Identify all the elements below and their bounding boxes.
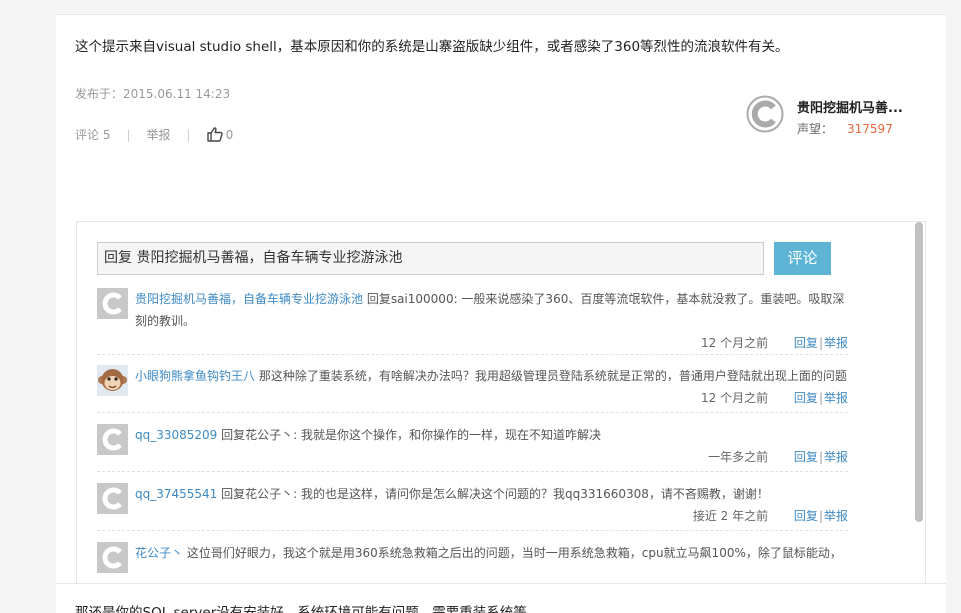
- separator: |: [186, 127, 191, 142]
- comment-username[interactable]: 小眼狗熊拿鱼钩钓王八: [135, 369, 255, 383]
- comment-username[interactable]: qq_37455541: [135, 487, 217, 501]
- comment-report-link[interactable]: 举报: [824, 509, 848, 523]
- comment-text: 回复花公子丶: 我就是你这个操作，和你操作的一样，现在不知道咋解决: [217, 428, 601, 442]
- comment-reply-link[interactable]: 回复: [794, 509, 818, 523]
- comment-time: 12 个月之前: [701, 391, 769, 405]
- comment-item: 花公子丶 这位哥们好眼力，我这个就是用360系统急救箱之后出的问题，当时一用系统…: [97, 542, 848, 573]
- comments-panel: 回复 贵阳挖掘机马善福，自备车辆专业挖游泳池 评论 贵阳挖掘机马善福，自备车辆专…: [76, 221, 926, 583]
- separator: |: [818, 391, 823, 405]
- comment-divider: [97, 354, 848, 355]
- reply-form: 回复 贵阳挖掘机马善福，自备车辆专业挖游泳池 评论: [97, 242, 831, 275]
- comment-item: qq_37455541 回复花公子丶: 我的也是这样，请问你是怎么解决这个问题的…: [97, 483, 848, 524]
- comment-report-link[interactable]: 举报: [824, 450, 848, 464]
- comment-time: 一年多之前: [708, 450, 769, 464]
- comment-divider: [97, 530, 848, 531]
- separator: |: [126, 127, 131, 142]
- author-avatar[interactable]: [746, 95, 784, 133]
- answer-actions: 评论 5 | 举报 | 0: [75, 126, 233, 143]
- c-logo-avatar[interactable]: [97, 288, 128, 319]
- comment-report-link[interactable]: 举报: [824, 391, 848, 405]
- report-link[interactable]: 举报: [147, 126, 171, 143]
- comment-username[interactable]: qq_33085209: [135, 428, 217, 442]
- comment-username[interactable]: 花公子丶: [135, 546, 183, 560]
- comment-time: 接近 2 年之前: [692, 509, 769, 523]
- reply-input[interactable]: 回复 贵阳挖掘机马善福，自备车辆专业挖游泳池: [97, 242, 764, 275]
- comment-username[interactable]: 贵阳挖掘机马善福，自备车辆专业挖游泳池: [135, 292, 363, 306]
- author-reputation: 声望： 317597: [797, 120, 893, 137]
- c-logo-avatar[interactable]: [97, 542, 128, 573]
- c-logo-avatar[interactable]: [97, 424, 128, 455]
- comment-text: 回复花公子丶: 我的也是这样，请问你是怎么解决这个问题的？我qq33166030…: [217, 487, 769, 501]
- comment-item: qq_33085209 回复花公子丶: 我就是你这个操作，和你操作的一样，现在不…: [97, 424, 848, 465]
- separator: |: [818, 336, 823, 350]
- comment-report-link[interactable]: 举报: [824, 336, 848, 350]
- reputation-value: 317597: [847, 122, 893, 136]
- comment-count-link[interactable]: 评论 5: [75, 126, 110, 143]
- comments-scrollbar[interactable]: [915, 222, 923, 522]
- like-button[interactable]: 0: [206, 127, 234, 142]
- comment-reply-link[interactable]: 回复: [794, 391, 818, 405]
- comment-text: 那这种除了重装系统，有啥解决办法吗？我用超级管理员登陆系统就是正常的，普通用户登…: [255, 369, 847, 383]
- monkey-avatar[interactable]: [97, 365, 128, 396]
- reputation-label: 声望：: [797, 122, 834, 136]
- author-info: 贵阳挖掘机马善... 声望： 317597: [746, 95, 946, 139]
- comment-time: 12 个月之前: [701, 336, 769, 350]
- c-logo-avatar[interactable]: [97, 483, 128, 514]
- separator: |: [818, 450, 823, 464]
- next-answer-text: 那还是你的SQL server没有安装好，系统环境可能有问题，需要重装系统等: [75, 605, 527, 613]
- comment-divider: [97, 412, 848, 413]
- comment-text: 这位哥们好眼力，我这个就是用360系统急救箱之后出的问题，当时一用系统急救箱，c…: [183, 546, 842, 560]
- comment-divider: [97, 471, 848, 472]
- comment-item: 小眼狗熊拿鱼钩钓王八 那这种除了重装系统，有啥解决办法吗？我用超级管理员登陆系统…: [97, 365, 848, 406]
- thumbs-up-icon: [206, 127, 223, 142]
- separator: |: [818, 509, 823, 523]
- comment-submit-button[interactable]: 评论: [774, 242, 831, 275]
- comment-item: 贵阳挖掘机马善福，自备车辆专业挖游泳池 回复sai100000: 一般来说感染了…: [97, 288, 848, 351]
- like-count: 0: [225, 127, 234, 142]
- author-name[interactable]: 贵阳挖掘机马善...: [797, 97, 903, 116]
- comment-reply-link[interactable]: 回复: [794, 450, 818, 464]
- answer-text: 这个提示来自visual studio shell，基本原因和你的系统是山寨盗版…: [75, 39, 789, 55]
- comment-reply-link[interactable]: 回复: [794, 336, 818, 350]
- next-answer-card: 那还是你的SQL server没有安装好，系统环境可能有问题，需要重装系统等: [56, 583, 946, 613]
- publish-time: 发布于：2015.06.11 14:23: [75, 87, 231, 101]
